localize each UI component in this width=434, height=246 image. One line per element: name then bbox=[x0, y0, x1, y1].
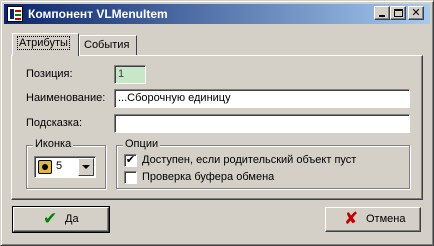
name-field[interactable]: ...Сборочную единицу bbox=[114, 89, 410, 108]
title-bar[interactable]: Компонент VLMenuItem ✕ bbox=[4, 4, 430, 24]
minimize-icon bbox=[379, 15, 385, 17]
maximize-icon bbox=[394, 9, 403, 17]
tab-panel-attributes: Позиция: 1 Наименование: ...Сборочную ед… bbox=[11, 55, 423, 200]
checkbox-clipboard-check[interactable] bbox=[124, 171, 137, 184]
options-groupbox: Опции ✔ Доступен, если родительский объе… bbox=[116, 138, 410, 189]
close-button[interactable]: ✕ bbox=[408, 6, 424, 20]
cross-icon: ✘ bbox=[344, 209, 359, 228]
cancel-button-label: Отмена bbox=[366, 213, 406, 225]
chevron-down-icon[interactable] bbox=[78, 158, 94, 176]
toolbox-icon bbox=[38, 160, 52, 174]
close-icon: ✕ bbox=[411, 7, 421, 19]
name-label: Наименование: bbox=[26, 92, 106, 104]
app-icon[interactable] bbox=[7, 6, 23, 22]
options-group-title: Опции bbox=[123, 138, 161, 150]
tab-attributes-label: Атрибуты bbox=[17, 36, 70, 50]
position-field[interactable]: 1 bbox=[114, 65, 146, 84]
minimize-button[interactable] bbox=[374, 6, 390, 20]
tab-events[interactable]: События bbox=[79, 35, 137, 55]
hint-field[interactable] bbox=[114, 114, 410, 133]
maximize-button[interactable] bbox=[390, 6, 406, 20]
checkmark-icon: ✔ bbox=[125, 154, 136, 166]
dialog-window: Компонент VLMenuItem ✕ Атрибуты События … bbox=[0, 0, 434, 246]
position-label: Позиция: bbox=[26, 68, 73, 80]
icon-select-value: 5 bbox=[56, 160, 63, 172]
icon-select[interactable]: 5 bbox=[34, 156, 96, 178]
tab-events-label: События bbox=[84, 39, 130, 51]
ok-button-label: Да bbox=[65, 213, 79, 225]
option-available-label[interactable]: Доступен, если родительский объект пуст bbox=[142, 154, 356, 166]
checkbox-available-if-parent-empty[interactable]: ✔ bbox=[124, 154, 137, 167]
tab-attributes[interactable]: Атрибуты bbox=[12, 33, 79, 56]
option-clipboard-label[interactable]: Проверка буфера обмена bbox=[142, 171, 274, 183]
icon-groupbox: Иконка 5 bbox=[26, 138, 106, 189]
cancel-button[interactable]: ✘ Отмена bbox=[325, 207, 421, 232]
icon-group-title: Иконка bbox=[33, 138, 74, 150]
checkmark-icon: ✔ bbox=[43, 209, 58, 228]
hint-label: Подсказка: bbox=[26, 117, 83, 129]
window-title: Компонент VLMenuItem bbox=[28, 7, 168, 21]
ok-button[interactable]: ✔ Да bbox=[12, 206, 110, 233]
